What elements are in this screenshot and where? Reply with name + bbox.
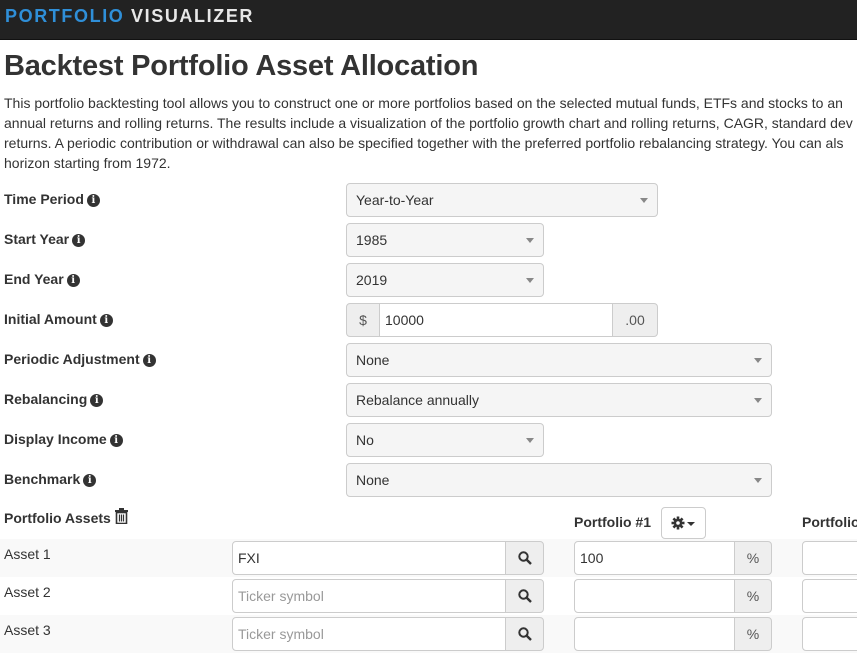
caret-down-icon (526, 238, 534, 243)
info-circle-icon[interactable]: i (83, 474, 97, 487)
asset-1-portfolio-2-allocation[interactable] (802, 541, 857, 575)
start-year-select[interactable]: 1985 (346, 223, 544, 257)
gear-icon (671, 516, 695, 530)
percent-addon: % (734, 541, 772, 575)
percent-addon: % (734, 579, 772, 613)
top-navbar: PORTFOLIO VISUALIZER (0, 0, 857, 40)
brand-part1: PORTFOLIO (5, 6, 125, 26)
caret-down-icon (526, 438, 534, 443)
search-icon (517, 551, 532, 565)
initial-amount-label: Initial Amount i (4, 311, 113, 327)
caret-down-icon (526, 278, 534, 283)
end-year-select[interactable]: 2019 (346, 263, 544, 297)
display-income-select[interactable]: No (346, 423, 544, 457)
rebalancing-select[interactable]: Rebalance annually (346, 383, 772, 417)
caret-down-icon (754, 398, 762, 403)
info-circle-icon[interactable]: i (66, 274, 80, 287)
info-circle-icon[interactable]: i (72, 234, 86, 247)
caret-down-icon (754, 478, 762, 483)
intro-line: returns. A periodic contribution or with… (4, 135, 844, 151)
asset-3-search-button[interactable] (505, 617, 544, 651)
asset-1-portfolio-1-allocation[interactable]: 100 (574, 541, 735, 575)
asset-3-label: Asset 3 (4, 622, 51, 638)
info-circle-icon[interactable]: i (86, 194, 100, 207)
brand-part2: VISUALIZER (131, 6, 255, 26)
benchmark-label: Benchmark i (4, 471, 97, 487)
page-title: Backtest Portfolio Asset Allocation (4, 50, 479, 82)
portfolio-assets-header: Portfolio Assets (4, 510, 111, 526)
asset-3-ticker-input[interactable]: Ticker symbol (232, 617, 506, 651)
intro-line: This portfolio backtesting tool allows y… (4, 95, 843, 111)
portfolio-2-header: Portfolio (802, 514, 857, 530)
start-year-label: Start Year i (4, 231, 86, 247)
portfolio-1-options-button[interactable] (661, 507, 706, 539)
asset-1-ticker-input[interactable]: FXI (232, 541, 506, 575)
search-icon (517, 627, 532, 641)
trash-icon[interactable] (115, 508, 128, 524)
rebalancing-label: Rebalancing i (4, 391, 104, 407)
intro-line: annual returns and rolling returns. The … (4, 115, 853, 131)
info-circle-icon[interactable]: i (99, 314, 113, 327)
asset-1-label: Asset 1 (4, 546, 51, 562)
asset-2-label: Asset 2 (4, 584, 51, 600)
caret-down-icon (640, 198, 648, 203)
display-income-label: Display Income i (4, 431, 123, 447)
intro-line: horizon starting from 1972. (4, 155, 171, 171)
asset-2-search-button[interactable] (505, 579, 544, 613)
benchmark-select[interactable]: None (346, 463, 772, 497)
asset-2-portfolio-1-allocation[interactable] (574, 579, 735, 613)
initial-amount-input[interactable]: 10000 (379, 303, 613, 337)
periodic-adjustment-select[interactable]: None (346, 343, 772, 377)
info-circle-icon[interactable]: i (109, 434, 123, 447)
intro-text: This portfolio backtesting tool allows y… (4, 93, 857, 173)
asset-2-ticker-input[interactable]: Ticker symbol (232, 579, 506, 613)
caret-down-icon (754, 358, 762, 363)
portfolio-1-header: Portfolio #1 (574, 514, 652, 530)
info-circle-icon[interactable]: i (142, 354, 156, 367)
info-circle-icon[interactable]: i (90, 394, 104, 407)
cents-addon: .00 (612, 303, 658, 337)
asset-3-portfolio-1-allocation[interactable] (574, 617, 735, 651)
asset-2-portfolio-2-allocation[interactable] (802, 579, 857, 613)
periodic-adjustment-label: Periodic Adjustment i (4, 351, 156, 367)
time-period-label: Time Period i (4, 191, 100, 207)
currency-addon: $ (346, 303, 380, 337)
percent-addon: % (734, 617, 772, 651)
asset-3-portfolio-2-allocation[interactable] (802, 617, 857, 651)
asset-1-search-button[interactable] (505, 541, 544, 575)
end-year-label: End Year i (4, 271, 80, 287)
search-icon (517, 589, 532, 603)
time-period-select[interactable]: Year-to-Year (346, 183, 658, 217)
brand-logo[interactable]: PORTFOLIO VISUALIZER (5, 6, 254, 27)
